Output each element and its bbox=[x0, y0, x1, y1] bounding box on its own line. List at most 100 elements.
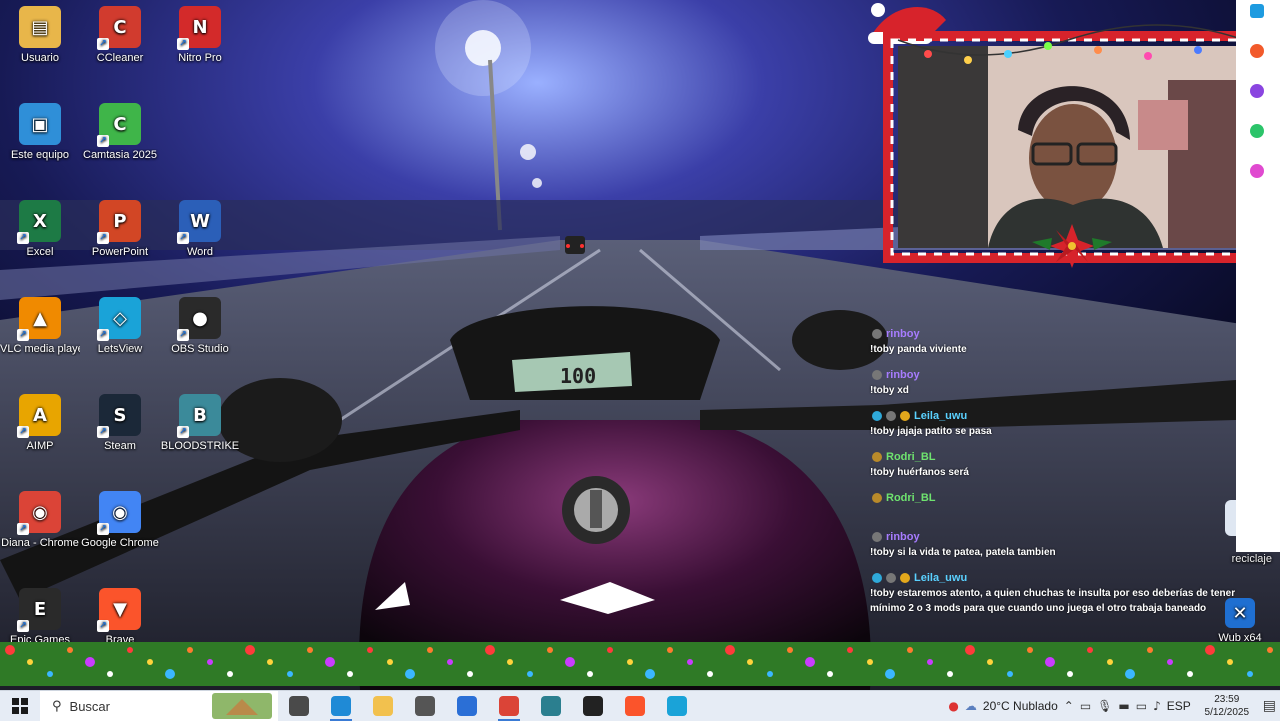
user-folder-icon: ▤ bbox=[19, 6, 61, 48]
garland-ornament bbox=[767, 671, 773, 677]
obs-studio-icon: ● ↗ bbox=[177, 297, 221, 341]
garland-ornament bbox=[867, 659, 873, 665]
chat-user-row: Leila_uwu bbox=[866, 408, 1236, 424]
word-icon: W ↗ bbox=[177, 200, 221, 244]
taskbar-app-button[interactable] bbox=[656, 691, 698, 721]
this-pc-icon: ▣ bbox=[19, 103, 61, 145]
gold-badge-icon bbox=[900, 573, 910, 583]
notifications-icon[interactable]: ▤ bbox=[1263, 698, 1276, 714]
garland-ornament bbox=[1247, 671, 1253, 677]
chevron-up-icon[interactable]: ⌃ bbox=[1064, 699, 1074, 713]
desktop-shortcut[interactable]: A ↗ AIMP bbox=[0, 388, 80, 480]
desktop-shortcut-label: Usuario bbox=[21, 52, 59, 64]
brave-icon: ▼ ↗ bbox=[97, 588, 141, 632]
taskbar-app-button[interactable] bbox=[488, 691, 530, 721]
desktop-shortcut[interactable]: W ↗ Word bbox=[160, 194, 240, 286]
desktop-shortcut[interactable]: ● ↗ OBS Studio bbox=[160, 291, 240, 383]
garland-ornament bbox=[1045, 657, 1055, 667]
vip-badge-icon bbox=[872, 493, 882, 503]
garland-ornament bbox=[67, 647, 73, 653]
garland-ornament bbox=[85, 657, 95, 667]
garland-ornament bbox=[885, 669, 895, 679]
file-explorer-icon bbox=[373, 696, 393, 716]
language-indicator[interactable]: ESP bbox=[1167, 699, 1191, 713]
chat-message: Leila_uwu !toby estaremos atento, a quien… bbox=[866, 570, 1236, 620]
desktop-shortcut[interactable]: B ↗ BLOODSTRIKE bbox=[160, 388, 240, 480]
desktop-shortcut[interactable]: ▤ Usuario bbox=[0, 0, 80, 92]
garland-ornament bbox=[827, 671, 833, 677]
shortcut-arrow-icon: ↗ bbox=[177, 232, 189, 244]
mail-icon bbox=[415, 696, 435, 716]
desktop-shortcut[interactable]: ▲ ↗ VLC media player bbox=[0, 291, 80, 383]
shortcut-arrow-icon: ↗ bbox=[177, 38, 189, 50]
app-icon-4[interactable] bbox=[1250, 124, 1264, 138]
chat-username: Rodri_BL bbox=[886, 492, 936, 504]
taskbar-app-button[interactable] bbox=[362, 691, 404, 721]
garland-ornament bbox=[467, 671, 473, 677]
edge-icon bbox=[331, 696, 351, 716]
vip-badge-icon bbox=[872, 452, 882, 462]
garland-ornament bbox=[1007, 671, 1013, 677]
garland-ornament bbox=[287, 671, 293, 677]
taskbar-app-button[interactable] bbox=[614, 691, 656, 721]
desktop-shortcut-label: Diana - Chrome bbox=[1, 537, 79, 549]
chrome-profile-icon: ◉ ↗ bbox=[17, 491, 61, 535]
chat-user-row: rinboy bbox=[866, 367, 1236, 383]
chat-text: !toby jajaja patito se pasa bbox=[870, 426, 992, 437]
desktop-shortcut-label: Google Chrome bbox=[81, 537, 159, 549]
garland-ornament bbox=[787, 647, 793, 653]
taskbar-app-button[interactable] bbox=[446, 691, 488, 721]
ccleaner-icon: C ↗ bbox=[97, 6, 141, 50]
desktop-shortcut[interactable]: S ↗ Steam bbox=[80, 388, 160, 480]
garland-ornament bbox=[427, 647, 433, 653]
shortcut-arrow-icon: ↗ bbox=[177, 426, 189, 438]
taskbar-app-button[interactable] bbox=[320, 691, 362, 721]
nitro-pro-icon: N ↗ bbox=[177, 6, 221, 50]
taskbar-app-button[interactable] bbox=[530, 691, 572, 721]
desktop-shortcut[interactable]: ◉ ↗ Google Chrome bbox=[80, 485, 160, 577]
search-placeholder: Buscar bbox=[69, 698, 110, 714]
desktop-shortcut[interactable]: N ↗ Nitro Pro bbox=[160, 0, 240, 92]
app-icon-3[interactable] bbox=[1250, 84, 1264, 98]
network-icon[interactable]: ▭ bbox=[1136, 699, 1147, 713]
taskbar-search-box[interactable]: ⚲ Buscar bbox=[40, 691, 278, 721]
garland-ornament bbox=[347, 671, 353, 677]
shortcut-arrow-icon: ↗ bbox=[97, 232, 109, 244]
letsview-icon: ◇ ↗ bbox=[97, 297, 141, 341]
taskbar-app-button[interactable] bbox=[404, 691, 446, 721]
garland-ornament bbox=[805, 657, 815, 667]
clock[interactable]: 23:59 5/12/2025 bbox=[1197, 693, 1257, 719]
microphone-icon[interactable]: 🎙 bbox=[1097, 699, 1112, 713]
start-button[interactable] bbox=[0, 691, 40, 721]
tray-app-icon[interactable]: ▭ bbox=[1080, 699, 1091, 713]
chat-text: !toby panda viviente bbox=[870, 344, 967, 355]
usb-icon[interactable]: ▬ bbox=[1118, 699, 1129, 713]
weather-text[interactable]: 20°C Nublado bbox=[983, 699, 1058, 713]
garland-ornament bbox=[607, 647, 613, 653]
chat-username: rinboy bbox=[886, 328, 920, 340]
epic-games-icon: E ↗ bbox=[17, 588, 61, 632]
taskbar-app-button[interactable] bbox=[278, 691, 320, 721]
app-icon-5[interactable] bbox=[1250, 164, 1264, 178]
desktop-shortcut[interactable]: C ↗ Camtasia 2025 bbox=[80, 97, 160, 189]
volume-icon[interactable]: ♪ bbox=[1153, 699, 1161, 713]
app-icon-2[interactable] bbox=[1250, 44, 1264, 58]
garland-ornament bbox=[507, 659, 513, 665]
speedometer-readout: 100 bbox=[560, 364, 596, 388]
mod-badge-icon bbox=[872, 573, 882, 583]
desktop-shortcut[interactable]: ◇ ↗ LetsView bbox=[80, 291, 160, 383]
desktop-shortcut[interactable]: ◉ ↗ Diana - Chrome bbox=[0, 485, 80, 577]
desktop-shortcut[interactable]: ▣ Este equipo bbox=[0, 97, 80, 189]
chat-username: rinboy bbox=[886, 369, 920, 381]
desktop-shortcut[interactable]: C ↗ CCleaner bbox=[80, 0, 160, 92]
app-icon-1[interactable] bbox=[1250, 4, 1264, 18]
weather-alert-icon[interactable]: ● bbox=[948, 699, 958, 713]
garland-ornament bbox=[405, 669, 415, 679]
taskbar: ⚲ Buscar ● ☁ 20°C Nublado ⌃ ▭ 🎙 ▬ ▭ ♪ ES… bbox=[0, 690, 1280, 721]
christmas-garland bbox=[0, 630, 1280, 690]
obs-studio-icon bbox=[583, 696, 603, 716]
garland-ornament bbox=[587, 671, 593, 677]
desktop-shortcut[interactable]: P ↗ PowerPoint bbox=[80, 194, 160, 286]
desktop-shortcut[interactable]: X ↗ Excel bbox=[0, 194, 80, 286]
taskbar-app-button[interactable] bbox=[572, 691, 614, 721]
